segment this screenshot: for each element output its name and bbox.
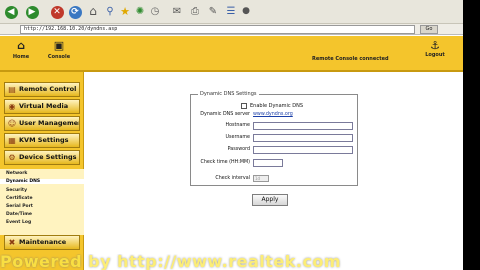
check-interval-select[interactable]: 1d [253, 175, 269, 182]
dns-server-label: Dynamic DNS server [200, 112, 250, 117]
home-nav-button[interactable]: ⌂ Home [6, 39, 36, 61]
apply-button[interactable]: Apply [252, 194, 288, 206]
disk-icon: ◉ [8, 102, 16, 111]
watermark-text: Powered by http://www.realtek.com [0, 254, 342, 270]
sidebar: ▤ Remote Control ◉ Virtual Media ☺ User … [0, 72, 84, 270]
enable-dynamic-dns-checkbox[interactable] [241, 103, 247, 109]
password-input[interactable] [253, 146, 353, 154]
check-interval-label: Check interval [215, 176, 250, 181]
sidebar-item-virtual-media[interactable]: ◉ Virtual Media [4, 99, 80, 114]
discuss-icon[interactable]: ☰ [224, 4, 238, 19]
refresh-button[interactable]: ⟳ [68, 4, 82, 19]
logout-button[interactable]: ⚓ Logout [420, 39, 450, 59]
home-nav-label: Home [12, 54, 30, 60]
sidebar-item-label: Device Settings [19, 153, 77, 161]
favorites-icon[interactable]: ★ [119, 4, 131, 19]
device-icon: ⚙ [8, 153, 16, 162]
console-icon: ▣ [53, 39, 65, 52]
kvm-icon: ▦ [8, 136, 16, 145]
submenu-item-security[interactable]: Security [6, 188, 27, 193]
history-icon[interactable]: ◷ [149, 4, 161, 19]
logout-label: Logout [425, 52, 445, 58]
submenu-item-serial-port[interactable]: Serial Port [6, 204, 33, 209]
wrench-icon: ✖ [8, 238, 16, 247]
console-nav-button[interactable]: ▣ Console [44, 39, 74, 61]
home-button[interactable]: ⌂ [86, 4, 100, 19]
sidebar-item-label: Virtual Media [19, 102, 69, 110]
hostname-input[interactable] [253, 122, 353, 130]
submenu-item-event-log[interactable]: Event Log [6, 220, 31, 225]
fieldset-legend: Dynamic DNS Settings [198, 91, 259, 97]
sidebar-item-kvm-settings[interactable]: ▦ KVM Settings [4, 133, 80, 148]
username-label: Username [225, 135, 250, 140]
enable-dynamic-dns-label: Enable Dynamic DNS [250, 103, 304, 109]
dns-server-link[interactable]: www.dyndns.org [253, 112, 293, 117]
dynamic-dns-fieldset: Dynamic DNS Settings Enable Dynamic DNS … [190, 91, 358, 186]
back-button[interactable]: ◀ [3, 4, 19, 19]
video-letterbox [463, 0, 480, 270]
username-input[interactable] [253, 134, 353, 142]
refresh-icon: ⟳ [68, 6, 82, 19]
go-button[interactable]: Go [420, 25, 438, 34]
users-icon: ☺ [7, 119, 17, 128]
monitor-icon: ▤ [8, 85, 16, 94]
sidebar-item-device-settings[interactable]: ⚙ Device Settings [4, 150, 80, 165]
print-icon[interactable]: ⎙ [188, 4, 202, 19]
search-icon[interactable]: ⚲ [104, 4, 116, 19]
hostname-label: Hostname [225, 123, 250, 128]
messenger-icon[interactable]: ● [240, 4, 252, 19]
submenu-item-certificate[interactable]: Certificate [6, 196, 33, 201]
main-content: Dynamic DNS Settings Enable Dynamic DNS … [85, 72, 463, 270]
app-header: ⌂ Home ▣ Console Remote Console connecte… [0, 36, 463, 72]
console-nav-label: Console [47, 54, 71, 60]
submenu-item-network[interactable]: Network [6, 171, 27, 176]
mail-icon[interactable]: ✉ [170, 4, 184, 19]
submenu-item-date-time[interactable]: Date/Time [6, 212, 32, 217]
device-settings-submenu: Network Dynamic DNS Security Certificate… [0, 169, 84, 235]
address-bar: http://192.168.10.20/dyndns.asp Go [0, 24, 463, 35]
stop-icon: ✕ [50, 6, 64, 19]
browser-toolbar: ◀ ▶ ✕ ⟳ ⌂ ⚲ ★ ✺ ◷ ✉ ⎙ ✎ ☰ ● [0, 0, 463, 24]
media-icon[interactable]: ✺ [134, 4, 146, 19]
house-icon: ⌂ [17, 39, 25, 52]
remote-console-status: Remote Console connected [312, 56, 389, 62]
screen: ◀ ▶ ✕ ⟳ ⌂ ⚲ ★ ✺ ◷ ✉ ⎙ ✎ ☰ ● http://192.1… [0, 0, 463, 270]
url-input[interactable]: http://192.168.10.20/dyndns.asp [20, 25, 415, 34]
anchor-icon: ⚓ [430, 39, 440, 52]
stop-button[interactable]: ✕ [50, 4, 64, 19]
sidebar-item-label: Remote Control [19, 85, 77, 93]
submenu-item-dynamic-dns[interactable]: Dynamic DNS [0, 179, 84, 184]
back-icon: ◀ [4, 6, 18, 19]
sidebar-item-remote-control[interactable]: ▤ Remote Control [4, 82, 80, 97]
sidebar-item-label: User Management [19, 119, 80, 127]
forward-icon: ▶ [25, 6, 39, 19]
sidebar-item-maintenance[interactable]: ✖ Maintenance [4, 235, 80, 250]
sidebar-item-label: KVM Settings [19, 136, 69, 144]
check-time-label: Check time (HH:MM) [200, 160, 251, 165]
forward-button[interactable]: ▶ [24, 4, 40, 19]
edit-icon[interactable]: ✎ [206, 4, 220, 19]
check-time-input[interactable] [253, 159, 283, 167]
sidebar-item-user-management[interactable]: ☺ User Management [4, 116, 80, 131]
sidebar-item-label: Maintenance [19, 238, 67, 246]
password-label: Password [227, 147, 250, 152]
